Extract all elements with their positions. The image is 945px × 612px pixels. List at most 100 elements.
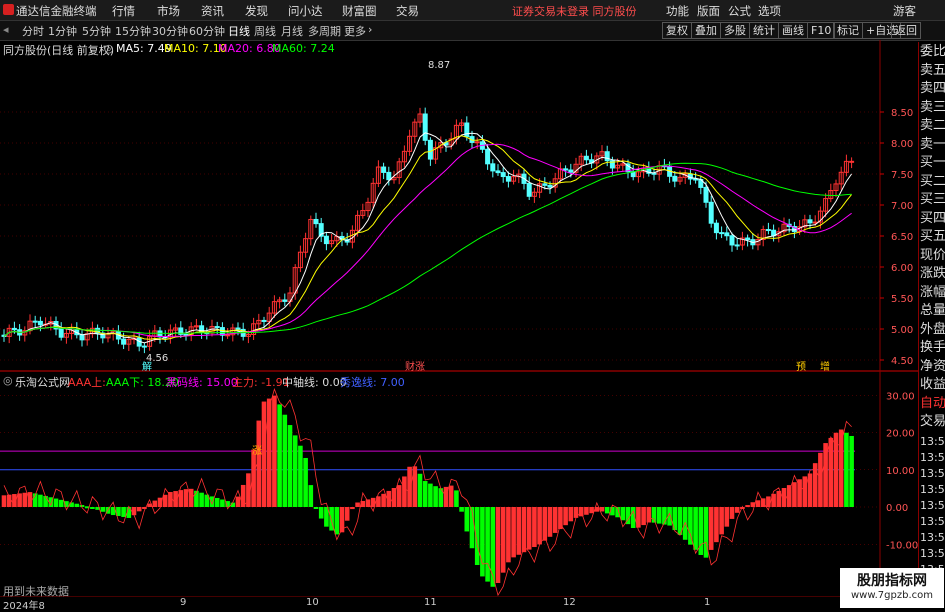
tool-huaxian[interactable]: 画线 [778,22,808,39]
indicator-bar [38,494,43,507]
candle-body [11,327,17,331]
indicator-bar [448,485,454,507]
tool-duogu[interactable]: 多股 [720,22,750,39]
candle-body [323,235,329,245]
indicator-bar [69,502,74,507]
ma20-line [3,143,852,338]
candle-body [32,320,38,323]
tick-time-label: 13:56 [920,451,945,464]
indicator-bar [459,507,464,512]
menu-xuanxiang[interactable]: 选项 [758,3,781,19]
candle-body [490,163,496,172]
candle-body [604,151,610,162]
indicator-bar [807,473,813,507]
side-panel-label[interactable]: 净资 [920,359,945,374]
menu-jiaoyi[interactable]: 交易 [396,3,419,19]
side-panel-label[interactable]: 外盘 [920,322,945,337]
tool-biaoji[interactable]: 标记 [833,22,863,39]
period-5min[interactable]: 5分钟 [82,23,111,39]
indicator-bar [537,507,542,545]
indicator-bar [308,485,314,507]
guest-label[interactable]: 游客 [893,3,916,19]
side-panel-label[interactable]: 委比 [920,44,945,59]
side-panel-label[interactable]: 现价 [920,248,945,263]
period-fenshi[interactable]: 分时 [22,23,44,39]
side-panel-label[interactable]: 总量 [920,303,945,318]
indicator-bar [495,507,501,583]
tool-fuquan[interactable]: 复权 [662,22,692,39]
menu-wenxiaoda[interactable]: 问小达 [288,3,323,19]
indicator-lines [3,388,852,597]
period-monthly[interactable]: 月线 [281,23,303,39]
candle-body [724,232,730,237]
indicator-bar [168,492,173,507]
price-tick-label: 7.00 [891,201,913,212]
side-panel-label[interactable]: 换手 [920,340,945,355]
indicator-bar [828,437,834,507]
menu-faxian[interactable]: 发现 [245,3,268,19]
menu-shichang[interactable]: 市场 [157,3,180,19]
collapse-icon[interactable]: ◂ [3,23,9,36]
candle-body [672,175,678,182]
period-daily[interactable]: 日线 [228,23,250,39]
side-panel-label[interactable]: 卖一 [920,137,945,152]
period-1min[interactable]: 1分钟 [48,23,77,39]
indicator-bar [526,507,532,550]
indicator-bar [755,500,761,507]
side-panel-label[interactable]: 买三 [920,192,945,207]
side-panel-label[interactable]: 自动 [920,396,945,411]
period-30min[interactable]: 30分钟 [152,23,188,39]
chevron-right-icon[interactable]: › [368,23,372,36]
side-panel-label[interactable]: 买二 [920,174,945,189]
date-label: 9 [180,597,187,608]
ind-tick-label: 10.00 [886,466,915,477]
menu-hangqing[interactable]: 行情 [112,3,135,19]
candle-body [745,237,751,241]
tool-tongji[interactable]: 统计 [749,22,779,39]
indicator-bar [792,482,797,507]
period-multi[interactable]: 多周期 [308,23,341,39]
indicator-bar [334,507,340,535]
quote-side-panel[interactable]: 委比卖五卖四卖三卖二卖一买一买二买三买四买五现价涨跌涨幅总量外盘换手净资收益自动… [918,42,945,597]
indicator-bar [313,507,319,509]
price-tick-label: 4.50 [891,356,913,367]
settings-icon-2[interactable]: ◎ [3,374,13,387]
indicator-bar [1,495,7,507]
tool-diejia[interactable]: 叠加 [691,22,721,39]
side-panel-label[interactable]: 卖三 [920,100,945,115]
side-panel-label[interactable]: 涨跌 [920,266,945,281]
indicator-bar [318,507,324,519]
period-15min[interactable]: 15分钟 [115,23,151,39]
menu-zixun[interactable]: 资讯 [201,3,224,19]
side-panel-label[interactable]: 卖四 [920,81,945,96]
menu-banmian[interactable]: 版面 [697,3,720,19]
side-panel-label[interactable]: 涨幅 [920,285,945,300]
menu-gongshi[interactable]: 公式 [728,3,751,19]
ma60-line [3,162,852,337]
side-panel-label[interactable]: 买一 [920,155,945,170]
tool-fanhui[interactable]: 返回 [891,22,921,39]
watermark-url: www.7gpzb.com [851,590,933,601]
indicator-bar [277,404,282,507]
menu-caifuquan[interactable]: 财富圈 [342,3,377,19]
indicator-bar [292,435,298,507]
ind-tick-label: 30.00 [886,391,915,402]
side-panel-label[interactable]: 收益 [920,377,945,392]
side-panel-label[interactable]: 卖五 [920,63,945,78]
side-panel-label[interactable]: 卖二 [920,118,945,133]
tool-f10[interactable]: F10 [807,22,836,39]
period-60min[interactable]: 60分钟 [189,23,225,39]
chart-area[interactable]: 8.50 8.00 7.50 7.00 6.50 6.00 5.50 5.00 4.50 30.… [0,40,918,597]
period-more[interactable]: 更多 [344,23,366,39]
side-panel-label[interactable]: 买五 [920,229,945,244]
date-label: 10 [306,597,319,608]
side-panel-label[interactable]: 交易 [920,414,945,429]
indicator-bar [407,466,412,507]
indicator-bar [833,432,839,507]
candle-body [474,141,480,144]
period-weekly[interactable]: 周线 [254,23,276,39]
yellow-line-label: 秀逸线: 7.00 [340,376,405,389]
menu-gongneng[interactable]: 功能 [666,3,689,19]
indicator-bar [454,490,459,507]
side-panel-label[interactable]: 买四 [920,211,945,226]
